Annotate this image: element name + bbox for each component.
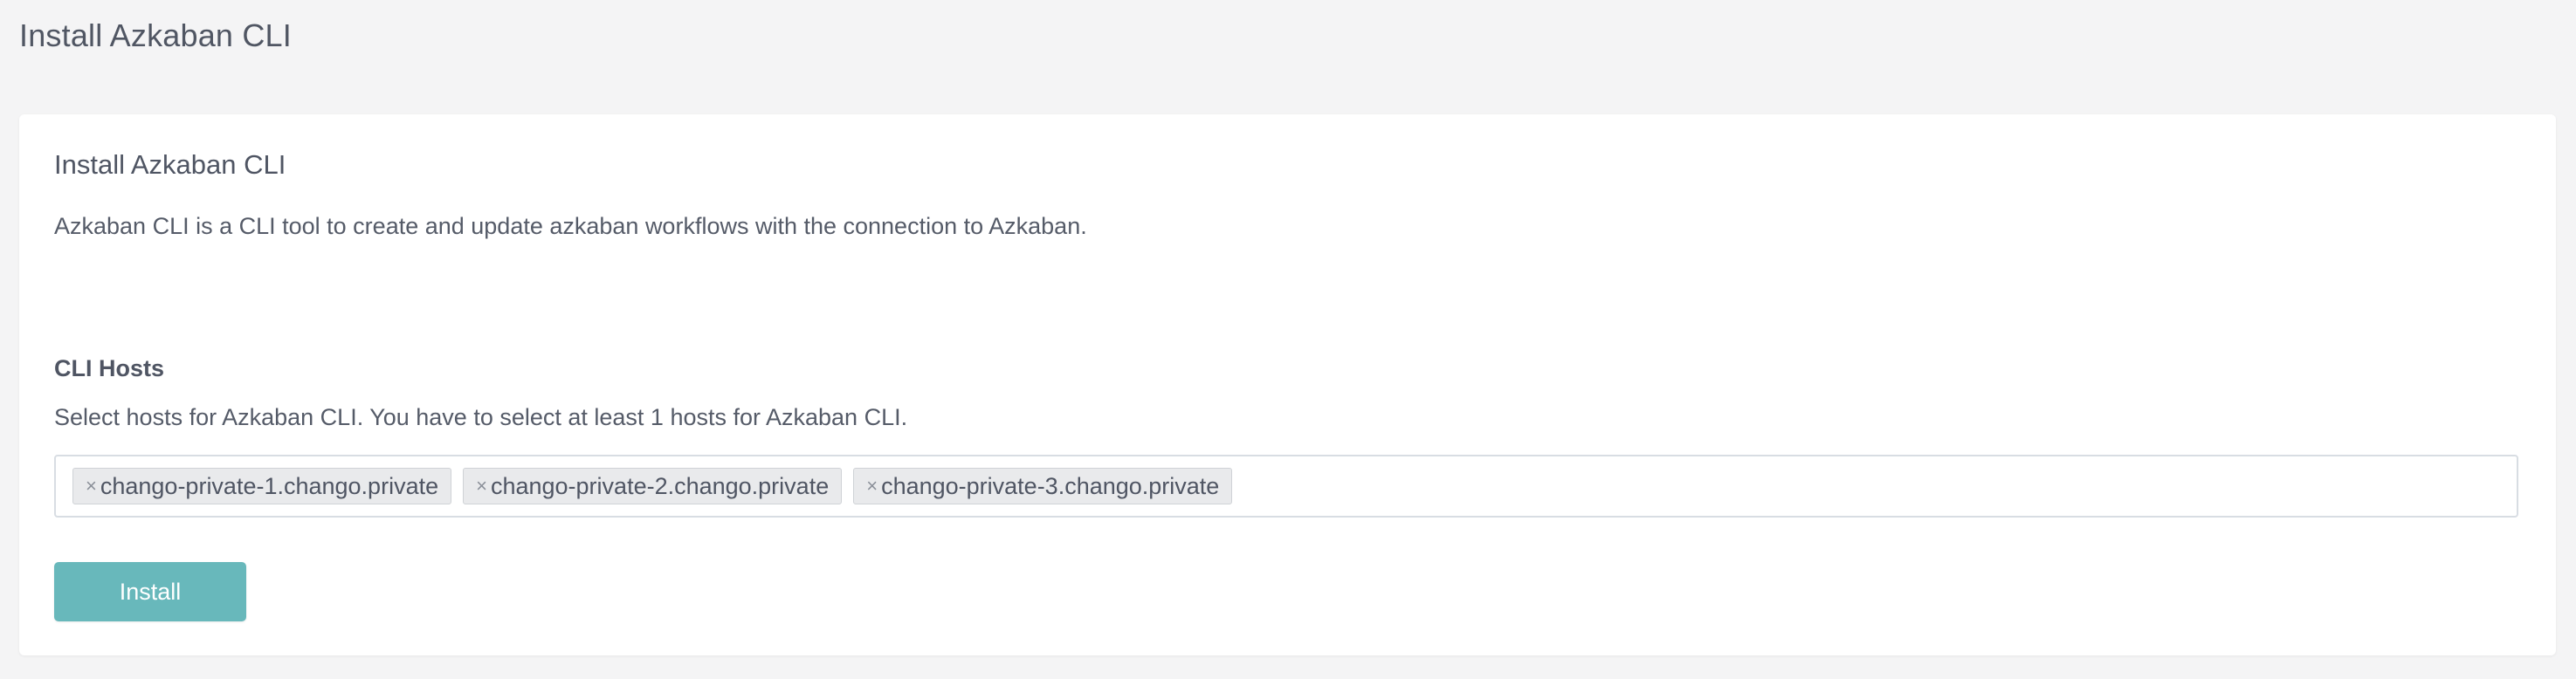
cli-hosts-label: CLI Hosts — [54, 355, 165, 381]
host-tag-label: chango-private-1.chango.private — [100, 472, 439, 499]
install-button[interactable]: Install — [54, 562, 246, 621]
install-cli-card: Install Azkaban CLI Azkaban CLI is a CLI… — [19, 114, 2556, 655]
host-tag: × chango-private-3.chango.private — [853, 468, 1233, 504]
card-title: Install Azkaban CLI — [54, 149, 286, 180]
cli-hosts-help-text: Select hosts for Azkaban CLI. You have t… — [54, 404, 908, 430]
cli-hosts-select[interactable]: × chango-private-1.chango.private × chan… — [54, 455, 2518, 518]
remove-host-icon[interactable]: × — [866, 477, 878, 496]
page-title: Install Azkaban CLI — [19, 17, 292, 53]
host-tag: × chango-private-1.chango.private — [72, 468, 452, 504]
host-tag-label: chango-private-3.chango.private — [881, 472, 1220, 499]
card-description: Azkaban CLI is a CLI tool to create and … — [54, 213, 1087, 239]
remove-host-icon[interactable]: × — [86, 477, 97, 496]
host-tag: × chango-private-2.chango.private — [463, 468, 843, 504]
host-tag-label: chango-private-2.chango.private — [490, 472, 830, 499]
remove-host-icon[interactable]: × — [476, 477, 487, 496]
